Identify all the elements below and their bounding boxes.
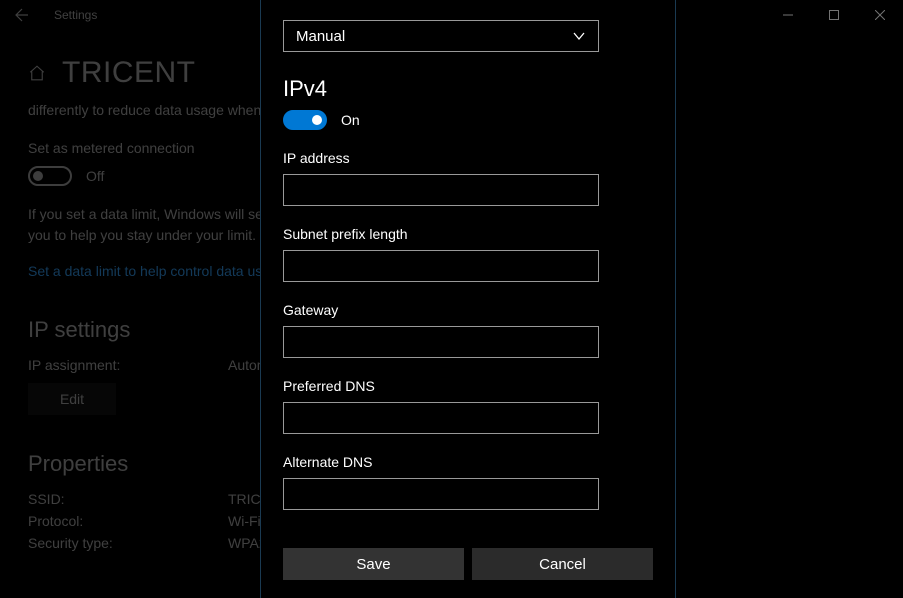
- ip-address-input[interactable]: [283, 174, 599, 206]
- ipv4-state: On: [341, 112, 360, 128]
- ip-mode-selected: Manual: [296, 28, 345, 45]
- gateway-label: Gateway: [283, 302, 653, 318]
- ip-settings-dialog: Manual IPv4 On IP address Subnet prefix …: [260, 0, 676, 598]
- cancel-button[interactable]: Cancel: [472, 548, 653, 580]
- subnet-prefix-input[interactable]: [283, 250, 599, 282]
- preferred-dns-input[interactable]: [283, 402, 599, 434]
- ipv4-heading: IPv4: [283, 76, 653, 102]
- alternate-dns-input[interactable]: [283, 478, 599, 510]
- preferred-dns-label: Preferred DNS: [283, 378, 653, 394]
- save-button-label: Save: [356, 556, 390, 573]
- subnet-prefix-label: Subnet prefix length: [283, 226, 653, 242]
- chevron-down-icon: [572, 29, 586, 43]
- ipv4-toggle[interactable]: [283, 110, 327, 130]
- save-button[interactable]: Save: [283, 548, 464, 580]
- cancel-button-label: Cancel: [539, 556, 586, 573]
- toggle-knob: [312, 115, 322, 125]
- ip-address-label: IP address: [283, 150, 653, 166]
- gateway-input[interactable]: [283, 326, 599, 358]
- alternate-dns-label: Alternate DNS: [283, 454, 653, 470]
- ip-mode-dropdown[interactable]: Manual: [283, 20, 599, 52]
